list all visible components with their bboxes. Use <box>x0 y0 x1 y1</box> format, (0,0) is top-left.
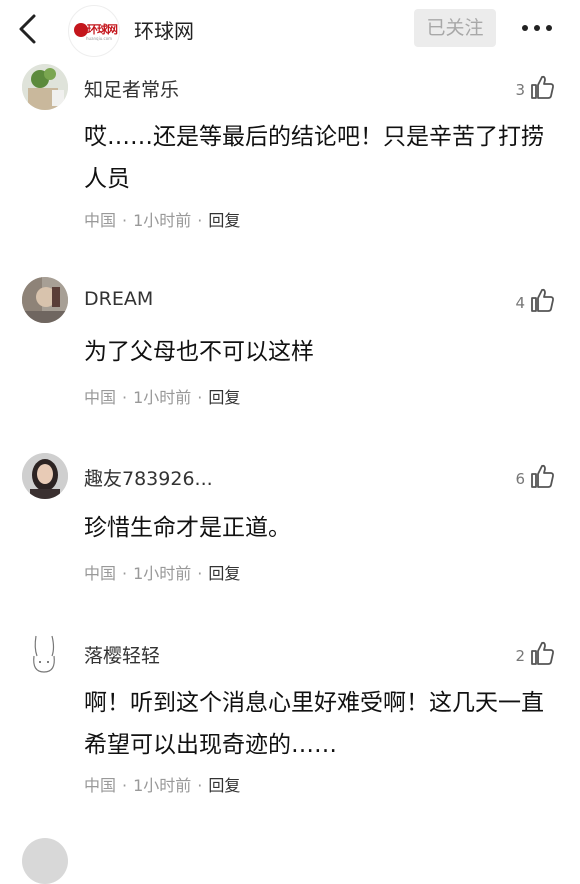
more-dot <box>546 25 552 31</box>
logo-mark <box>74 23 88 37</box>
like-button[interactable]: 4 <box>505 287 560 317</box>
like-button[interactable]: 3 <box>505 74 560 104</box>
comment-time: 1小时前 <box>133 211 192 230</box>
publisher-name[interactable]: 环球网 <box>134 15 194 44</box>
comment-location: 中国 <box>84 776 117 795</box>
reply-button[interactable]: 回复 <box>208 211 240 230</box>
separator: · <box>197 776 203 795</box>
next-comment-avatar-partial[interactable] <box>22 838 68 884</box>
reply-button[interactable]: 回复 <box>208 564 240 583</box>
logo-subtext: huanqiu.com <box>86 36 113 41</box>
avatar[interactable] <box>22 64 68 110</box>
comment-item: 趣友783926... 6 珍惜生命才是正道。 中国 · 1小时前 · 回复 <box>0 453 580 593</box>
comment-text: 为了父母也不可以这样 <box>84 339 314 365</box>
separator: · <box>197 564 203 583</box>
comment-time: 1小时前 <box>133 388 192 407</box>
comment-text: 啊！听到这个消息心里好难受啊！这几天一直希望可以出现奇迹的…… <box>84 690 544 758</box>
chevron-left-icon <box>19 14 36 44</box>
username[interactable]: 知足者常乐 <box>84 75 179 102</box>
comment-text: 哎……还是等最后的结论吧！只是辛苦了打捞人员 <box>84 124 544 192</box>
comment-item: 落樱轻轻 2 啊！听到这个消息心里好难受啊！这几天一直希望可以出现奇迹的…… 中… <box>0 630 580 805</box>
comment-meta: 中国 · 1小时前 · 回复 <box>84 772 240 796</box>
username[interactable]: 趣友783926... <box>84 464 213 491</box>
avatar[interactable] <box>22 453 68 499</box>
separator: · <box>122 388 128 407</box>
avatar[interactable] <box>22 277 68 323</box>
comment-location: 中国 <box>84 564 117 583</box>
follow-button[interactable]: 已关注 <box>414 9 496 47</box>
comment-item: DREAM 4 为了父母也不可以这样 中国 · 1小时前 · 回复 <box>0 277 580 417</box>
thumbs-up-icon <box>531 464 554 488</box>
like-button[interactable]: 2 <box>505 640 560 670</box>
separator: · <box>122 211 128 230</box>
comment-meta: 中国 · 1小时前 · 回复 <box>84 560 240 584</box>
comment-time: 1小时前 <box>133 564 192 583</box>
comment-meta: 中国 · 1小时前 · 回复 <box>84 207 240 231</box>
username[interactable]: 落樱轻轻 <box>84 641 160 668</box>
separator: · <box>122 564 128 583</box>
top-bar: 环球网 huanqiu.com 环球网 已关注 <box>0 0 580 58</box>
username[interactable]: DREAM <box>84 288 153 310</box>
thumbs-up-icon <box>531 288 554 312</box>
comment-meta: 中国 · 1小时前 · 回复 <box>84 384 240 408</box>
more-button[interactable] <box>520 20 554 36</box>
logo-text: 环球网 <box>87 23 118 36</box>
comment-item: 知足者常乐 3 哎……还是等最后的结论吧！只是辛苦了打捞人员 中国 · 1小时前 · 回… <box>0 64 580 239</box>
comment-time: 1小时前 <box>133 776 192 795</box>
like-count: 6 <box>515 470 525 488</box>
separator: · <box>197 388 203 407</box>
like-count: 2 <box>515 647 525 665</box>
thumbs-up-icon <box>531 641 554 665</box>
like-button[interactable]: 6 <box>505 463 560 493</box>
avatar[interactable] <box>22 630 68 676</box>
separator: · <box>122 776 128 795</box>
like-count: 4 <box>515 294 525 312</box>
separator: · <box>197 211 203 230</box>
back-button[interactable] <box>14 12 44 46</box>
reply-button[interactable]: 回复 <box>208 776 240 795</box>
more-dot <box>522 25 528 31</box>
like-count: 3 <box>515 81 525 99</box>
comment-location: 中国 <box>84 211 117 230</box>
thumbs-up-icon <box>531 75 554 99</box>
reply-button[interactable]: 回复 <box>208 388 240 407</box>
publisher-logo[interactable]: 环球网 huanqiu.com <box>68 5 120 57</box>
more-dot <box>534 25 540 31</box>
comment-location: 中国 <box>84 388 117 407</box>
comment-text: 珍惜生命才是正道。 <box>84 515 291 541</box>
